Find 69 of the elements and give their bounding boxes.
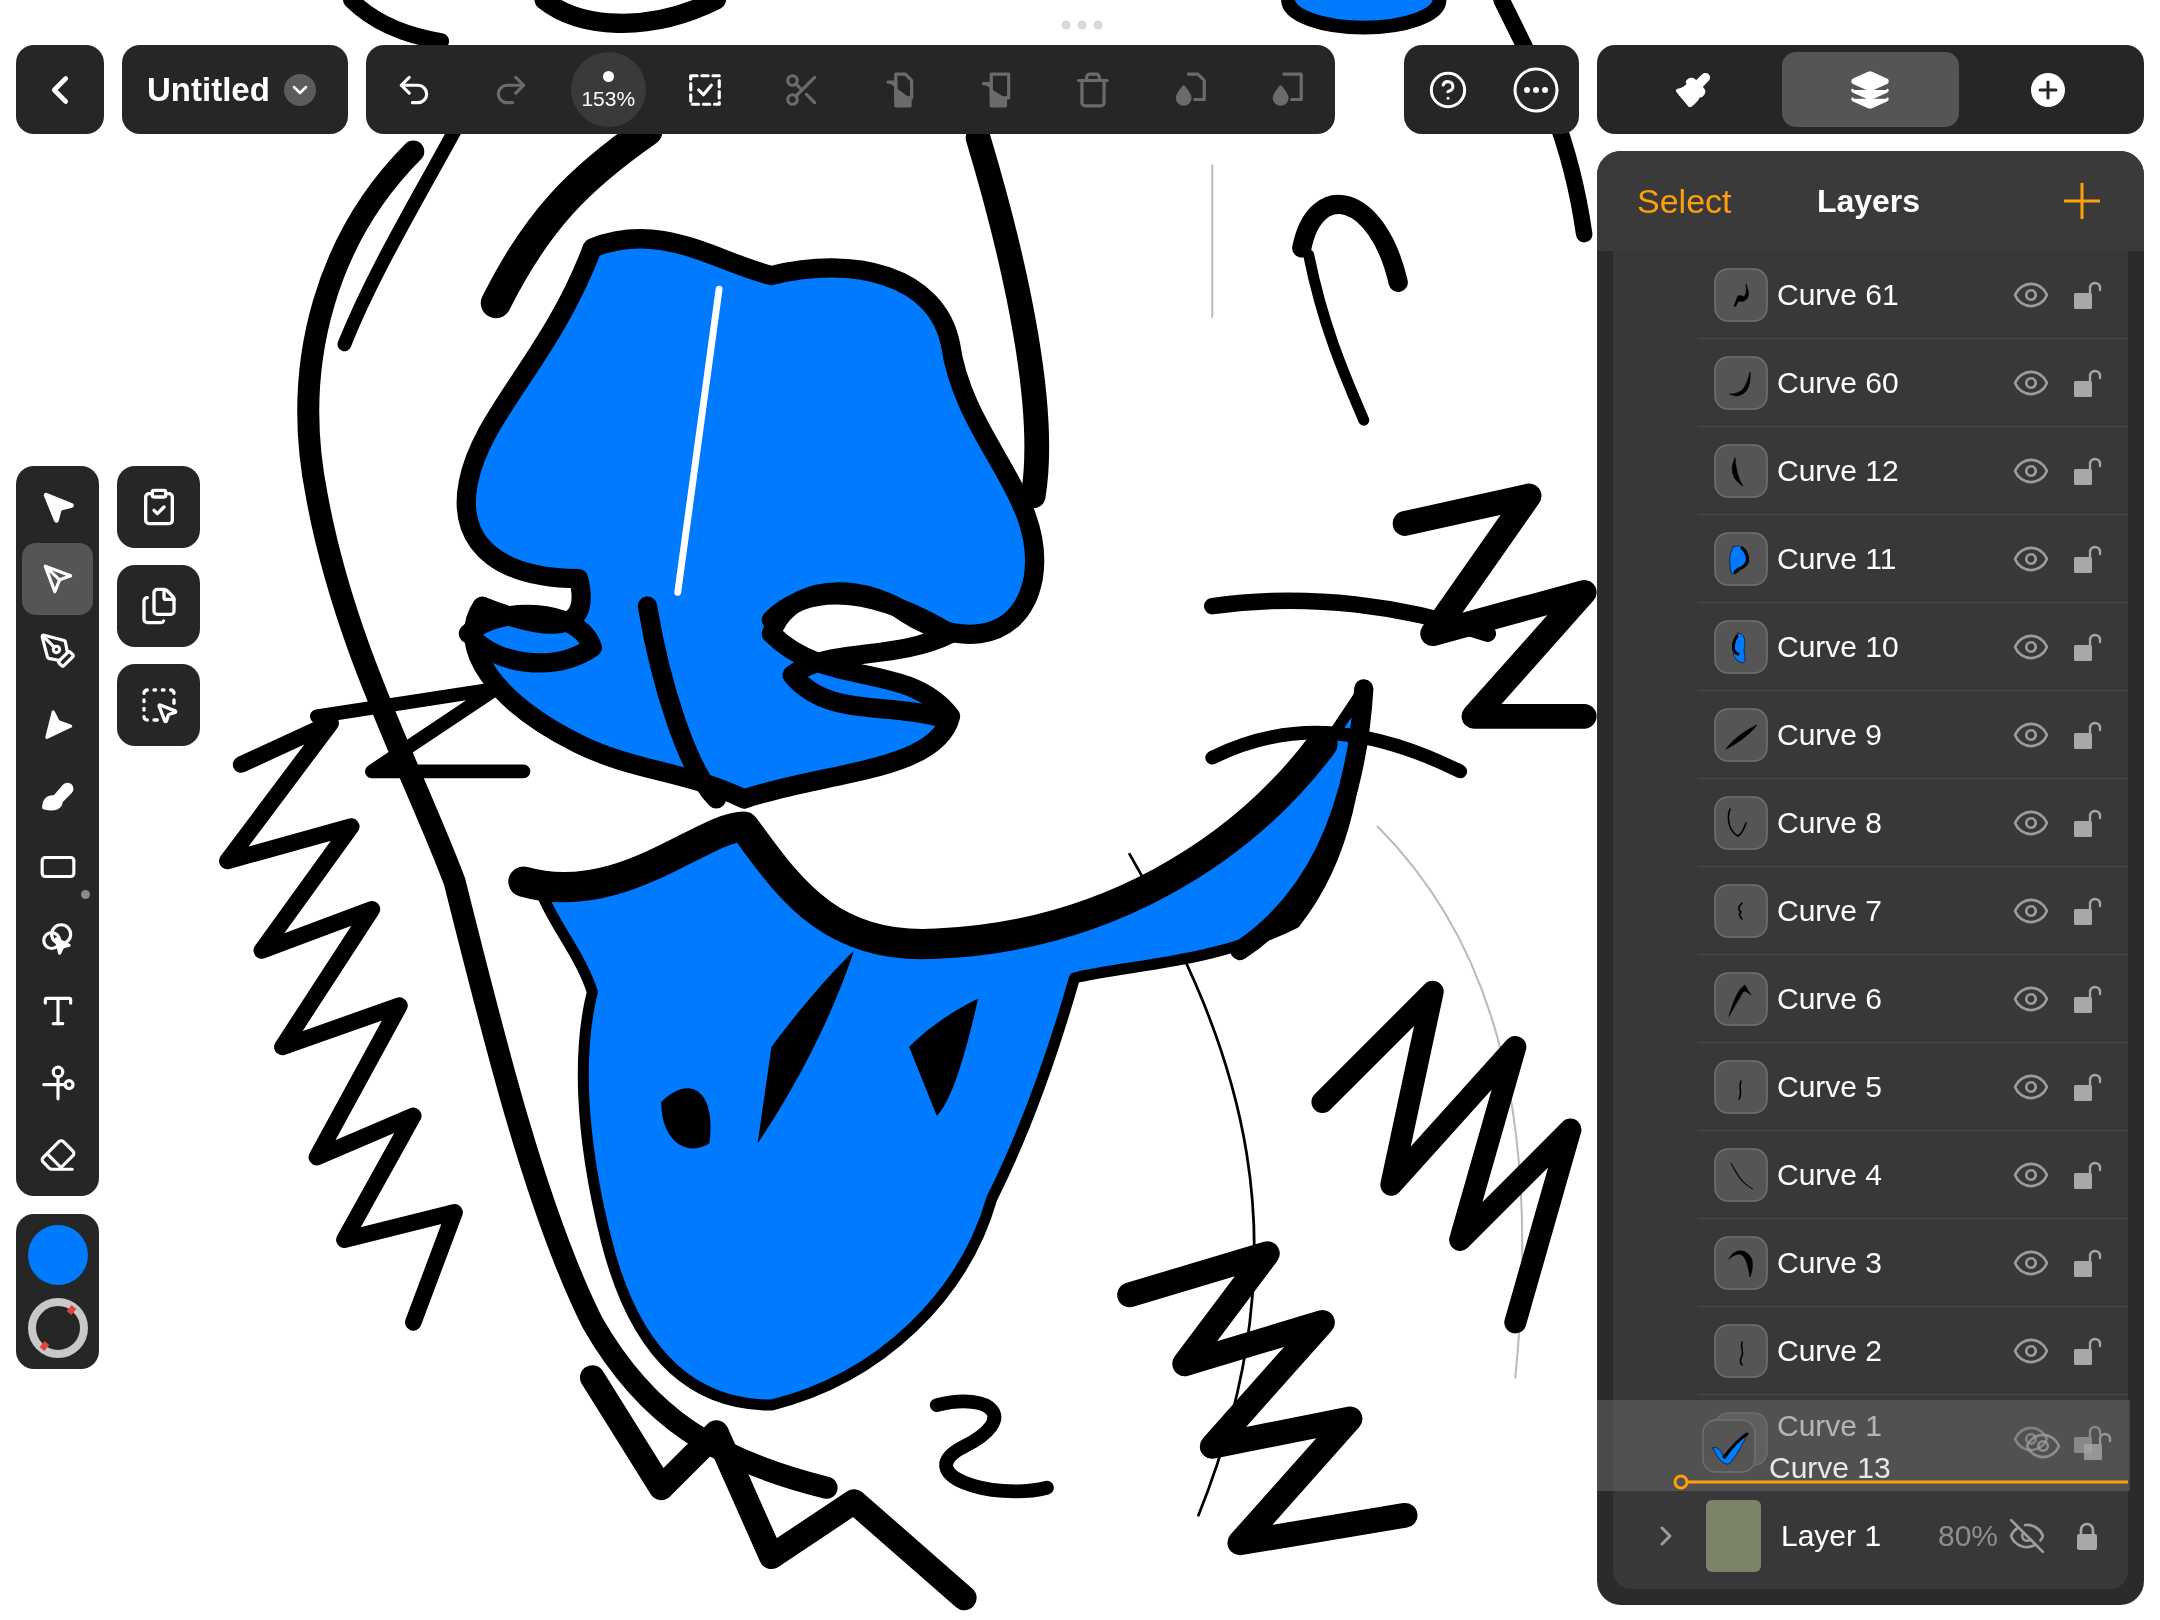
- add-layer-button[interactable]: [2064, 183, 2100, 219]
- zoom-button[interactable]: 153%: [570, 52, 646, 127]
- curve-thumbnail-icon: [1714, 267, 1768, 322]
- open-lock-icon[interactable]: [2072, 367, 2102, 398]
- back-button[interactable]: [16, 45, 104, 134]
- eraser-icon: [38, 1136, 77, 1174]
- chevron-down-icon: [283, 73, 316, 106]
- layer-name[interactable]: Curve 9: [1777, 719, 1883, 750]
- empty-stroke-swatch-icon[interactable]: [27, 1298, 88, 1358]
- layer-name[interactable]: Curve 2: [1777, 1335, 1883, 1366]
- curve-thumbnail-icon: [1714, 355, 1768, 410]
- curve-thumbnail-icon: [1714, 1147, 1768, 1202]
- quick-action-button[interactable]: [117, 664, 200, 746]
- layer-name[interactable]: Curve 6: [1777, 983, 1883, 1014]
- curve-thumbnail-icon: [1714, 531, 1768, 586]
- open-lock-icon[interactable]: [2072, 1159, 2102, 1190]
- layer-name[interactable]: Curve 5: [1777, 1071, 1883, 1102]
- open-lock-icon[interactable]: [2072, 543, 2102, 574]
- open-lock-icon[interactable]: [2082, 1430, 2112, 1461]
- tool-button[interactable]: [22, 543, 93, 615]
- open-lock-icon[interactable]: [2072, 279, 2102, 310]
- open-lock-icon[interactable]: [2072, 1071, 2102, 1102]
- curve-thumbnail-icon: [1714, 1059, 1768, 1114]
- document-title-button[interactable]: Untitled: [122, 45, 348, 134]
- open-lock-icon[interactable]: [2072, 895, 2102, 926]
- open-lock-icon[interactable]: [2072, 719, 2102, 750]
- plus-circle-icon: [2031, 72, 2066, 107]
- open-lock-icon[interactable]: [2072, 983, 2102, 1014]
- opacity-value: 80%: [1937, 1518, 1998, 1554]
- help-icon: [1428, 69, 1468, 110]
- layer-name[interactable]: Curve 8: [1777, 807, 1883, 838]
- more-icon: [1512, 66, 1559, 113]
- curve-thumbnail-icon: [1714, 883, 1768, 938]
- curve-thumbnail-icon: [1714, 443, 1768, 498]
- quick-action-button[interactable]: [117, 466, 200, 548]
- curve-thumbnail-icon: [1714, 1323, 1768, 1378]
- curve-thumbnail-icon: [1714, 971, 1768, 1026]
- curve-thumbnail-icon: [1714, 707, 1768, 762]
- layer-name[interactable]: Curve 11: [1777, 543, 1897, 574]
- layer-name[interactable]: Curve 12: [1777, 455, 1899, 486]
- layer-name[interactable]: Curve 1: [1777, 1410, 1883, 1441]
- open-lock-icon[interactable]: [2072, 807, 2102, 838]
- open-lock-icon[interactable]: [2072, 1335, 2102, 1366]
- layer-name: Curve 13: [1769, 1452, 1891, 1483]
- layer-name[interactable]: Curve 60: [1777, 367, 1899, 398]
- curve-thumbnail-icon: [1714, 795, 1768, 850]
- plus-icon: [2064, 183, 2100, 219]
- select-button[interactable]: Select: [1637, 175, 1732, 227]
- layers-icon: [1849, 68, 1892, 111]
- open-lock-icon[interactable]: [2072, 455, 2102, 486]
- spot-shape: [661, 1088, 711, 1149]
- layer-name[interactable]: Curve 3: [1777, 1247, 1883, 1278]
- multitask-dots-icon[interactable]: [1061, 20, 1103, 30]
- paintbrush-icon: [1673, 70, 1712, 109]
- pen-nib-icon: [38, 632, 77, 670]
- curve-thumbnail-icon: [1714, 619, 1768, 674]
- layer-name[interactable]: Curve 7: [1777, 895, 1883, 926]
- open-lock-icon[interactable]: [2072, 631, 2102, 662]
- layer-name[interactable]: Curve 61: [1777, 279, 1899, 310]
- panel-title: Layers: [1816, 182, 1921, 221]
- open-lock-icon[interactable]: [2072, 1247, 2102, 1278]
- curve-thumbnail-icon: [1702, 1418, 1756, 1473]
- layer-name[interactable]: Curve 4: [1777, 1159, 1883, 1190]
- layer-name[interactable]: Curve 10: [1777, 631, 1899, 662]
- curve-thumbnail-icon: [1714, 1235, 1768, 1290]
- inspector-tab[interactable]: [1781, 52, 1960, 127]
- layer-name[interactable]: Layer 1: [1781, 1513, 1882, 1558]
- quick-action-button[interactable]: [117, 565, 200, 647]
- crossed-eye-icon[interactable]: [2008, 1516, 2046, 1555]
